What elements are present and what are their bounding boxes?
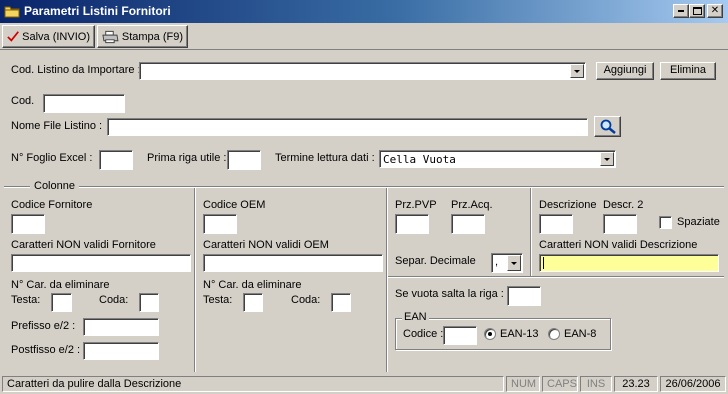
testa-fornitore-label: Testa: <box>11 294 41 306</box>
ncar-fornitore-label: N° Car. da eliminare <box>11 279 110 291</box>
termine-label: Termine lettura dati : <box>275 152 375 164</box>
printer-icon <box>102 30 119 43</box>
chevron-down-icon[interactable] <box>600 152 614 166</box>
text-caret <box>543 257 544 269</box>
cod-listino-label: Cod. Listino da Importare : <box>11 64 141 76</box>
folder-icon <box>4 6 20 18</box>
colonne-legend: Colonne <box>30 180 79 193</box>
status-bar: Caratteri da pulire dalla Descrizione NU… <box>0 374 728 394</box>
przpvp-input[interactable] <box>395 214 429 234</box>
divider-1 <box>194 188 196 372</box>
prima-riga-label: Prima riga utile : <box>147 152 227 164</box>
przpvp-label: Prz.PVP <box>395 199 437 211</box>
caratteri-fornitore-input[interactable] <box>11 254 191 272</box>
postfisso-input[interactable] <box>83 342 159 360</box>
chevron-down-icon[interactable] <box>507 255 521 271</box>
prefisso-input[interactable] <box>83 318 159 336</box>
termine-dropdown[interactable]: Cella Vuota <box>379 150 616 168</box>
status-message: Caratteri da pulire dalla Descrizione <box>2 376 504 392</box>
print-label: Stampa (F9) <box>121 30 183 43</box>
colonne-separator <box>4 186 724 188</box>
status-time: 23.23 <box>614 376 658 392</box>
save-button[interactable]: Salva (INVIO) <box>2 25 95 48</box>
nome-file-input[interactable] <box>107 118 588 136</box>
browse-button[interactable] <box>594 116 621 137</box>
divider-3 <box>530 188 532 276</box>
testa-oem-input[interactable] <box>243 293 263 312</box>
ncar-oem-label: N° Car. da eliminare <box>203 279 302 291</box>
ean13-radio[interactable] <box>484 328 496 340</box>
separ-decimale-label: Separ. Decimale <box>395 255 476 267</box>
coda-oem-label: Coda: <box>291 294 321 306</box>
testa-oem-label: Testa: <box>203 294 233 306</box>
caratteri-fornitore-label: Caratteri NON validi Fornitore <box>11 239 156 251</box>
cod-label: Cod. <box>11 95 35 107</box>
magnifier-icon <box>600 119 616 134</box>
nome-file-label: Nome File Listino : <box>11 120 103 132</box>
foglio-input[interactable] <box>99 150 133 170</box>
przacq-input[interactable] <box>451 214 485 234</box>
przacq-label: Prz.Acq. <box>451 199 493 211</box>
status-num: NUM <box>506 376 540 392</box>
coda-fornitore-input[interactable] <box>139 293 159 312</box>
coda-oem-input[interactable] <box>331 293 351 312</box>
status-date: 26/06/2006 <box>660 376 726 392</box>
checkmark-icon <box>7 31 19 42</box>
spaziate-label: Spaziate <box>677 216 720 228</box>
foglio-label: N° Foglio Excel : <box>11 152 93 164</box>
codice-fornitore-input[interactable] <box>11 214 45 234</box>
descr2-label: Descr. 2 <box>603 199 644 211</box>
minimize-button[interactable] <box>673 4 689 18</box>
codice-fornitore-label: Codice Fornitore <box>11 199 93 211</box>
caratteri-descrizione-label: Caratteri NON validi Descrizione <box>539 239 698 251</box>
ean-codice-label: Codice : <box>403 328 444 340</box>
status-ins: INS <box>580 376 612 392</box>
maximize-icon <box>693 7 702 15</box>
close-icon: ✕ <box>710 5 720 16</box>
status-caps: CAPS <box>542 376 578 392</box>
cod-listino-dropdown[interactable] <box>139 62 586 80</box>
window-title: Parametri Listini Fornitori <box>24 4 171 18</box>
title-bar: Parametri Listini Fornitori ✕ <box>0 0 728 23</box>
print-button[interactable]: Stampa (F9) <box>97 25 188 48</box>
coda-fornitore-label: Coda: <box>99 294 129 306</box>
caratteri-descrizione-input[interactable] <box>539 254 719 272</box>
prima-riga-input[interactable] <box>227 150 261 170</box>
descrizione-input[interactable] <box>539 214 573 234</box>
codice-oem-input[interactable] <box>203 214 237 234</box>
save-label: Salva (INVIO) <box>22 30 90 43</box>
ean-codice-input[interactable] <box>443 326 477 345</box>
postfisso-label: Postfisso e/2 : <box>11 344 81 356</box>
caratteri-oem-input[interactable] <box>203 254 383 272</box>
ean8-radio[interactable] <box>548 328 560 340</box>
prefisso-label: Prefisso e/2 : <box>11 320 76 332</box>
descrizione-label: Descrizione <box>539 199 597 211</box>
divider-4 <box>388 276 724 278</box>
salta-riga-label: Se vuota salta la riga : <box>395 288 504 300</box>
elimina-button[interactable]: Elimina <box>660 62 716 80</box>
divider-2 <box>386 188 388 372</box>
salta-riga-input[interactable] <box>507 286 541 306</box>
aggiungi-button[interactable]: Aggiungi <box>596 62 654 80</box>
termine-value: Cella Vuota <box>383 153 456 166</box>
ean13-label: EAN-13 <box>500 328 539 340</box>
ean-legend: EAN <box>402 311 429 324</box>
chevron-down-icon[interactable] <box>570 64 584 78</box>
cod-input[interactable] <box>43 94 125 113</box>
caratteri-oem-label: Caratteri NON validi OEM <box>203 239 329 251</box>
separ-decimale-value: , <box>495 256 499 268</box>
maximize-button[interactable] <box>689 4 705 18</box>
spaziate-checkbox[interactable] <box>659 216 672 229</box>
close-button[interactable]: ✕ <box>707 4 723 18</box>
toolbar: Salva (INVIO) Stampa (F9) <box>0 23 728 50</box>
separ-decimale-dropdown[interactable]: , <box>491 253 523 273</box>
minimize-icon <box>678 10 684 12</box>
ean8-label: EAN-8 <box>564 328 597 340</box>
testa-fornitore-input[interactable] <box>51 293 72 312</box>
codice-oem-label: Codice OEM <box>203 199 266 211</box>
descr2-input[interactable] <box>603 214 637 234</box>
